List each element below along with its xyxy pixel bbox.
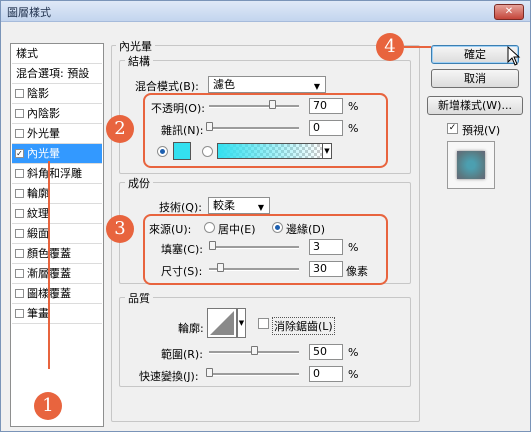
sidebar-item-label: 紋理 — [27, 207, 49, 220]
sidebar-checkbox[interactable] — [15, 229, 24, 238]
chevron-down-icon: ▼ — [257, 203, 264, 212]
close-button[interactable]: ✕ — [494, 4, 524, 20]
sidebar-item[interactable]: 輪廓 — [12, 184, 102, 204]
styles-sidebar: 樣式 混合選項: 預設 陰影內陰影外光暈✓內光暈斜角和浮雕輪廓紋理緞面顏色覆蓋漸… — [10, 43, 104, 427]
chevron-down-icon: ▼ — [313, 82, 320, 91]
inner-glow-title: 內光暈 — [116, 38, 155, 54]
quality-title: 品質 — [125, 290, 153, 306]
sidebar-checkbox[interactable] — [15, 309, 24, 318]
sidebar-checkbox[interactable] — [15, 169, 24, 178]
contour-preview[interactable] — [207, 308, 237, 338]
callout-3: 3 — [106, 215, 134, 243]
sidebar-item[interactable]: 斜角和浮雕 — [12, 164, 102, 184]
sidebar-item[interactable]: ✓ 內光暈 — [12, 144, 102, 164]
structure-title: 結構 — [125, 53, 153, 69]
callout-1-leader — [48, 161, 50, 369]
antialias-checkbox[interactable] — [258, 318, 269, 329]
technique-label: 技術(Q): — [159, 201, 202, 214]
highlight-structure — [143, 93, 388, 168]
antialias-label: 消除鋸齒(L) — [272, 317, 335, 335]
sidebar-item[interactable]: 緞面 — [12, 224, 102, 244]
preview-label: 預視(V) — [462, 124, 501, 137]
sidebar-item[interactable]: 內陰影 — [12, 104, 102, 124]
sidebar-checkbox[interactable] — [15, 129, 24, 138]
jitter-label: 快速變換(J): — [139, 370, 199, 383]
style-preview-thumbnail — [447, 141, 495, 189]
sidebar-checkbox[interactable] — [15, 289, 24, 298]
sidebar-item-blending-options[interactable]: 混合選項: 預設 — [12, 64, 102, 84]
technique-select[interactable]: 較柔 ▼ — [208, 197, 270, 214]
sidebar-item-label: 內光暈 — [27, 147, 60, 160]
callout-4-leader — [404, 46, 431, 48]
elements-title: 成份 — [125, 175, 153, 191]
highlight-elements — [143, 214, 388, 285]
sidebar-checkbox[interactable]: ✓ — [15, 149, 24, 158]
sidebar-checkbox[interactable] — [15, 209, 24, 218]
sidebar-item[interactable]: 顏色覆蓋 — [12, 244, 102, 264]
sidebar-item-label: 斜角和浮雕 — [27, 167, 82, 180]
sidebar-item[interactable]: 陰影 — [12, 84, 102, 104]
window-title: 圖層樣式 — [7, 6, 51, 19]
sidebar-item[interactable]: 圖樣覆蓋 — [12, 284, 102, 304]
blend-mode-select[interactable]: 濾色 ▼ — [208, 76, 326, 93]
jitter-slider-track[interactable] — [209, 373, 299, 376]
callout-1: 1 — [34, 392, 62, 420]
sidebar-checkbox[interactable] — [15, 269, 24, 278]
ok-button[interactable]: 確定 — [431, 45, 519, 64]
sidebar-item[interactable]: 紋理 — [12, 204, 102, 224]
new-style-button[interactable]: 新增樣式(W)... — [427, 96, 523, 115]
cancel-button[interactable]: 取消 — [431, 69, 519, 88]
preview-swatch — [457, 151, 485, 179]
sidebar-item-label: 陰影 — [27, 87, 49, 100]
blend-mode-label: 混合模式(B): — [135, 80, 199, 93]
contour-curve-icon — [210, 311, 234, 335]
contour-label: 輪廓: — [178, 322, 204, 335]
range-label: 範圍(R): — [161, 348, 203, 361]
sidebar-item-label: 緞面 — [27, 227, 49, 240]
check-icon: ✓ — [448, 123, 457, 133]
sidebar-checkbox[interactable] — [15, 189, 24, 198]
contour-dropdown-button[interactable]: ▼ — [237, 308, 246, 338]
sidebar-checkbox[interactable] — [15, 89, 24, 98]
sidebar-item[interactable]: 筆畫 — [12, 304, 102, 324]
callout-2: 2 — [106, 115, 134, 143]
sidebar-checkbox[interactable] — [15, 109, 24, 118]
sidebar-item-label: 輪廓 — [27, 187, 49, 200]
sidebar-item-label: 筆畫 — [27, 307, 49, 320]
sidebar-blend-label: 混合選項: 預設 — [16, 67, 90, 80]
sidebar-header-label: 樣式 — [16, 47, 38, 60]
range-unit: % — [348, 346, 359, 359]
callout-4: 4 — [376, 33, 404, 61]
sidebar-item-label: 外光暈 — [27, 127, 60, 140]
layer-style-dialog: 圖層樣式 ✕ 樣式 混合選項: 預設 陰影 內陰影 外光暈 ✓ 內光暈 斜角和浮雕 輪廓 紋理… — [0, 0, 531, 432]
jitter-unit: % — [348, 368, 359, 381]
preview-checkbox[interactable]: ✓ — [447, 123, 458, 134]
sidebar-item[interactable]: 漸層覆蓋 — [12, 264, 102, 284]
jitter-slider-knob[interactable] — [206, 368, 213, 377]
sidebar-checkbox[interactable] — [15, 249, 24, 258]
sidebar-item[interactable]: 外光暈 — [12, 124, 102, 144]
technique-value: 較柔 — [213, 199, 235, 212]
blend-mode-value: 濾色 — [213, 78, 235, 91]
sidebar-header[interactable]: 樣式 — [12, 44, 102, 64]
range-field[interactable]: 50 — [309, 344, 343, 360]
sidebar-item-label: 內陰影 — [27, 107, 60, 120]
chevron-down-icon: ▼ — [238, 319, 245, 327]
jitter-field[interactable]: 0 — [309, 366, 343, 382]
title-bar: 圖層樣式 ✕ — [1, 1, 530, 22]
range-slider-knob[interactable] — [251, 346, 258, 355]
cursor-icon — [507, 46, 521, 66]
